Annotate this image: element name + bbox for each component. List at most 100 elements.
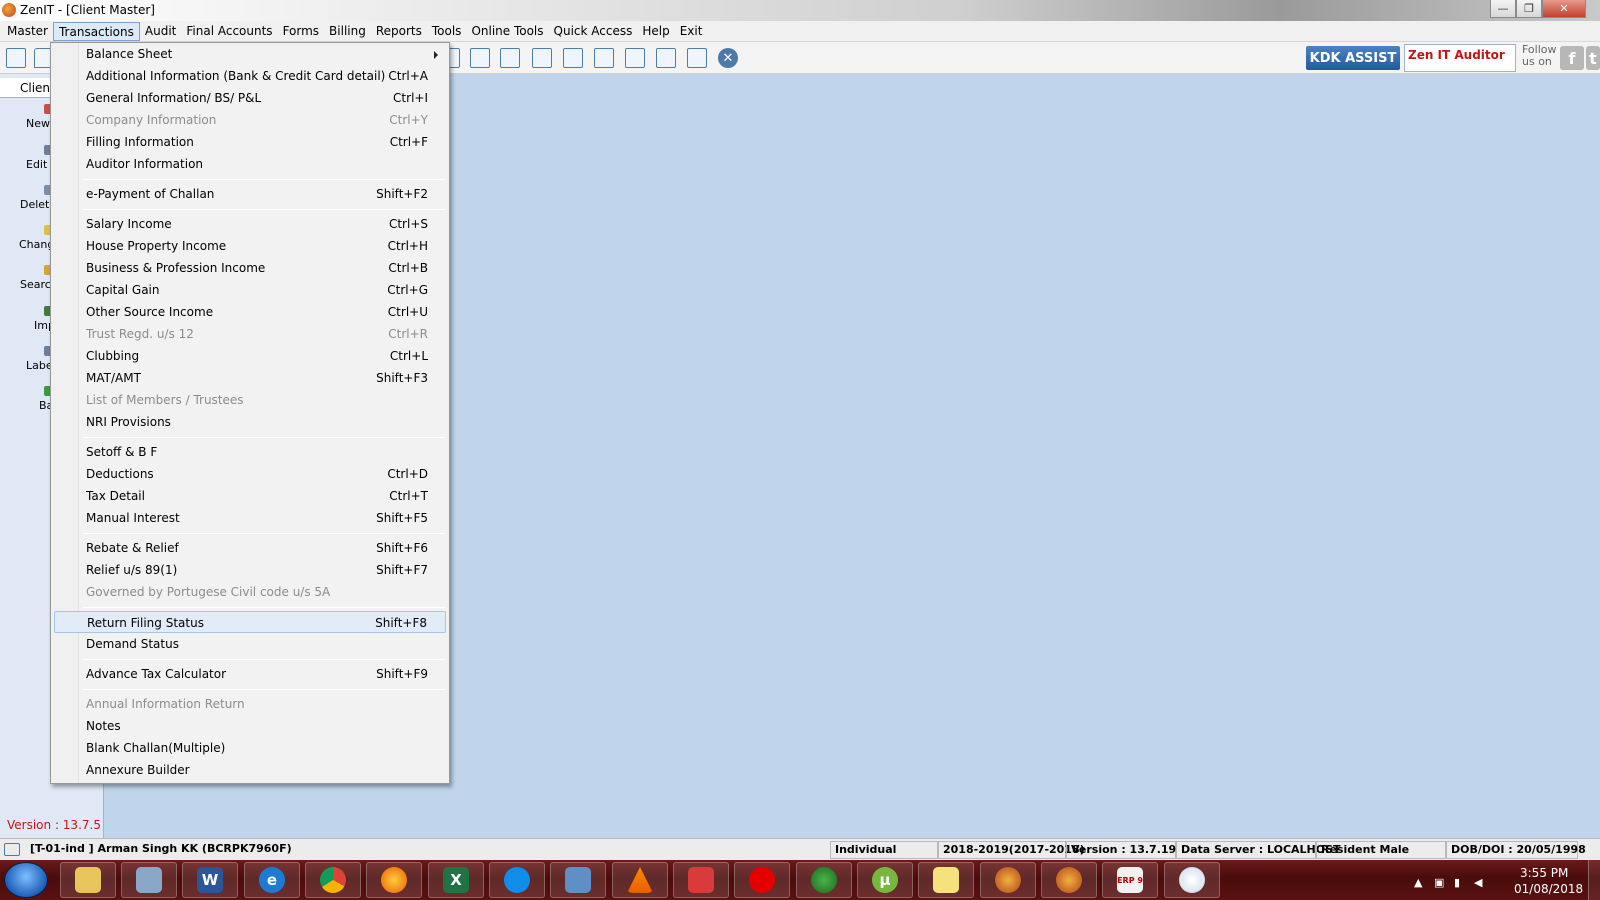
taskbar-zenit-2[interactable] [1041,862,1097,898]
clock-date[interactable]: 01/08/2018 [1514,882,1583,896]
auditor-label[interactable]: Zen IT Auditor [1404,44,1516,72]
menu-item-salary-income[interactable]: Salary Income Ctrl+S [54,213,446,235]
taskbar-zenit[interactable] [980,862,1036,898]
app-logo-icon [2,3,16,17]
kdk-assist-button[interactable]: KDK ASSIST [1306,46,1400,70]
taskbar-chrome[interactable] [305,862,361,898]
status-client-type: Individual [830,841,938,859]
taskbar-teamviewer[interactable] [489,862,545,898]
menu-online-tools[interactable]: Online Tools [466,22,548,41]
menu-item-e-payment-of-challan[interactable]: e-Payment of Challan Shift+F2 [54,183,446,205]
remote-desktop-icon [565,867,591,893]
volume-icon[interactable]: ◀ [1474,876,1486,889]
teamviewer-icon [504,867,530,893]
menu-forms[interactable]: Forms [278,22,324,41]
network-icon[interactable]: ▮ [1454,876,1466,889]
paint-icon [1179,867,1205,893]
taskbar-remote[interactable] [550,862,606,898]
taskbar-word[interactable]: W [182,862,238,898]
start-button[interactable] [4,862,48,898]
utorrent-icon: µ [872,867,898,893]
close-icon[interactable]: ✕ [718,48,738,68]
zenit-icon [995,867,1021,893]
menu-item-mat-amt[interactable]: MAT/AMT Shift+F3 [54,367,446,389]
menu-item-business-profession-income[interactable]: Business & Profession Income Ctrl+B [54,257,446,279]
menu-exit[interactable]: Exit [675,22,708,41]
menu-final-accounts[interactable]: Final Accounts [181,22,277,41]
taskbar-app[interactable] [673,862,729,898]
taskbar-ie[interactable]: e [244,862,300,898]
taskbar-keyboard[interactable] [121,862,177,898]
facebook-icon[interactable]: f [1560,46,1584,70]
menu-separator [83,437,445,438]
menu-item-relief-89[interactable]: Relief u/s 89(1) Shift+F7 [54,559,446,581]
taskbar-paint[interactable] [1164,862,1220,898]
taskbar-vlc[interactable] [612,862,668,898]
clock-time[interactable]: 3:55 PM [1520,866,1568,880]
menu-item-list-of-members[interactable]: List of Members / Trustees [54,389,446,411]
menu-item-trust-regd[interactable]: Trust Regd. u/s 12 Ctrl+R [54,323,446,345]
taskbar-excel[interactable]: X [428,862,484,898]
toolbar-open-icon[interactable] [6,48,26,68]
menu-quick-access[interactable]: Quick Access [549,22,638,41]
menu-item-balance-sheet[interactable]: Balance Sheet [54,43,446,65]
menu-item-additional-information[interactable]: Additional Information (Bank & Credit Ca… [54,65,446,87]
status-data-server: Data Server : LOCALHOST [1176,841,1341,859]
taskbar-airtel[interactable] [734,862,790,898]
calendar-icon[interactable] [532,48,552,68]
menu-tools[interactable]: Tools [427,22,467,41]
tray-arrow-icon[interactable]: ▲ [1414,876,1426,889]
vlc-icon [627,867,653,893]
menu-item-demand-status[interactable]: Demand Status [54,633,446,655]
menu-item-deductions[interactable]: Deductions Ctrl+D [54,463,446,485]
taskbar-tally[interactable]: ERP 9 [1102,862,1158,898]
menu-item-advance-tax-calculator[interactable]: Advance Tax Calculator Shift+F9 [54,663,446,685]
tray-device-icon[interactable]: ▣ [1434,876,1446,889]
taskbar-utorrent[interactable]: µ [857,862,913,898]
menu-item-annual-information-return[interactable]: Annual Information Return [54,693,446,715]
excel-icon: X [443,867,469,893]
menu-item-house-property-income[interactable]: House Property Income Ctrl+H [54,235,446,257]
menu-item-tax-detail[interactable]: Tax Detail Ctrl+T [54,485,446,507]
menu-help[interactable]: Help [637,22,674,41]
form-3cd-icon[interactable] [687,48,707,68]
report-icon[interactable] [470,48,490,68]
taskbar-globe[interactable] [796,862,852,898]
menu-item-capital-gain[interactable]: Capital Gain Ctrl+G [54,279,446,301]
menu-item-manual-interest[interactable]: Manual Interest Shift+F5 [54,507,446,529]
refresh-icon[interactable] [594,48,614,68]
menu-item-company-information[interactable]: Company Information Ctrl+Y [54,109,446,131]
menu-item-filling-information[interactable]: Filling Information Ctrl+F [54,131,446,153]
menu-master[interactable]: Master [2,22,53,41]
menu-item-notes[interactable]: Notes [54,715,446,737]
menu-item-return-filing-status[interactable]: Return Filing Status Shift+F8 [54,611,446,633]
taskbar-firefox[interactable] [366,862,422,898]
show-desktop-button[interactable] [1588,860,1600,900]
balance-sheet-icon[interactable] [625,48,645,68]
menu-item-portugese-civil-code[interactable]: Governed by Portugese Civil code u/s 5A [54,581,446,603]
menu-billing[interactable]: Billing [324,22,371,41]
menu-item-other-source-income[interactable]: Other Source Income Ctrl+U [54,301,446,323]
menu-item-nri-provisions[interactable]: NRI Provisions [54,411,446,433]
menu-item-auditor-information[interactable]: Auditor Information [54,153,446,175]
menu-item-general-information[interactable]: General Information/ BS/ P&L Ctrl+I [54,87,446,109]
transactions-dropdown: Balance Sheet Additional Information (Ba… [50,42,450,784]
twitter-icon[interactable]: t [1586,46,1600,70]
taskbar-sticky-notes[interactable] [918,862,974,898]
taskbar-explorer[interactable] [60,862,116,898]
menu-item-setoff-bf[interactable]: Setoff & B F [54,441,446,463]
close-window-button[interactable]: ✕ [1542,0,1586,18]
menu-transactions[interactable]: Transactions [52,21,140,41]
restore-button[interactable]: ❐ [1516,0,1542,18]
menu-item-blank-challan[interactable]: Blank Challan(Multiple) [54,737,446,759]
add-folder-icon[interactable] [563,48,583,68]
menu-item-annexure-builder[interactable]: Annexure Builder [54,759,446,781]
menu-item-clubbing[interactable]: Clubbing Ctrl+L [54,345,446,367]
menu-reports[interactable]: Reports [371,22,427,41]
menu-audit[interactable]: Audit [140,22,181,41]
minimize-button[interactable]: — [1490,0,1516,18]
menu-item-rebate-relief[interactable]: Rebate & Relief Shift+F6 [54,537,446,559]
user-report-icon[interactable] [500,48,520,68]
bs-batch-icon[interactable] [656,48,676,68]
system-tray: ▲ ▣ ▮ ◀ 3:55 PM 01/08/2018 [1406,864,1600,900]
